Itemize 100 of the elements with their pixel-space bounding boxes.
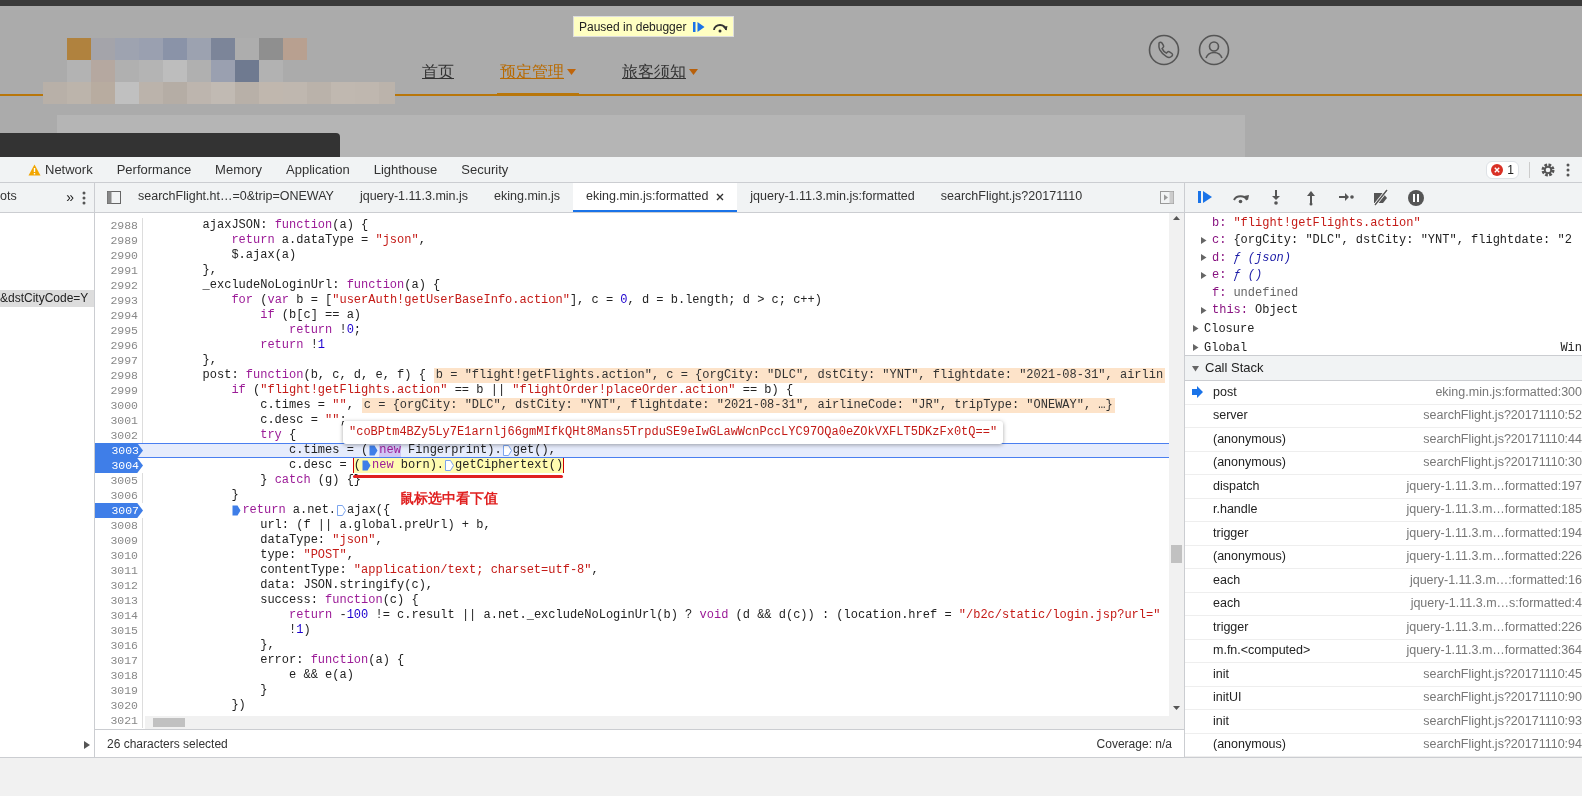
more-options-icon[interactable]: [1566, 162, 1570, 177]
line-number[interactable]: 3003: [95, 443, 143, 458]
code-text: get(),: [512, 443, 556, 458]
call-stack-frame[interactable]: server searchFlight.js?20171110:52: [1185, 404, 1582, 428]
panel-tab[interactable]: Performance: [104, 157, 204, 182]
line-number[interactable]: 3020: [95, 698, 143, 713]
line-number[interactable]: 3004: [95, 458, 143, 473]
collapse-arrow-icon[interactable]: [1191, 363, 1200, 373]
file-tab[interactable]: jquery-1.11.3.min.js: [346, 183, 482, 212]
navigator-tab[interactable]: ots: [0, 183, 17, 212]
line-number[interactable]: 3016: [95, 638, 143, 653]
call-stack-frame[interactable]: (anonymous) jquery-1.11.3.m…formatted:226: [1185, 545, 1582, 569]
scrollbar-thumb[interactable]: [153, 718, 185, 727]
line-number[interactable]: 2997: [95, 353, 143, 368]
deactivate-breakpoints-icon[interactable]: [1372, 188, 1390, 207]
line-number[interactable]: 3015: [95, 623, 143, 638]
file-tab[interactable]: jquery-1.11.3.min.js:formatted: [737, 183, 928, 212]
line-number[interactable]: 2991: [95, 263, 143, 278]
line-number[interactable]: 2988: [95, 218, 143, 233]
expand-arrow-icon[interactable]: [84, 741, 90, 749]
scope-variable[interactable]: b: "flight!getFlights.action": [1212, 213, 1421, 232]
resume-icon[interactable]: [692, 20, 707, 33]
file-tab[interactable]: eking.min.js:formatted: [573, 183, 738, 212]
toggle-debugger-icon[interactable]: [1160, 191, 1174, 204]
breakpoint-marker-icon[interactable]: [362, 460, 372, 471]
line-number[interactable]: 2995: [95, 323, 143, 338]
call-stack-frame[interactable]: (anonymous) searchFlight.js?20171110:30: [1185, 451, 1582, 475]
line-number[interactable]: 2989: [95, 233, 143, 248]
call-stack-frame[interactable]: trigger jquery-1.11.3.m…formatted:194: [1185, 522, 1582, 546]
line-number[interactable]: 2998: [95, 368, 143, 383]
call-stack-frame[interactable]: each jquery-1.11.3.m…:formatted:16: [1185, 569, 1582, 593]
line-number[interactable]: 3014: [95, 608, 143, 623]
panel-tab[interactable]: Lighthouse: [361, 157, 450, 182]
vertical-scrollbar[interactable]: [1169, 213, 1184, 729]
line-number[interactable]: 2992: [95, 278, 143, 293]
error-count-badge[interactable]: 1: [1486, 160, 1519, 179]
toggle-navigator-icon[interactable]: [107, 191, 121, 204]
settings-icon[interactable]: [1540, 161, 1556, 178]
inline-value: c = {orgCity: "DLC", dstCity: "YNT", flightdate: "2021-08-31", airlineCode: "JR", tripType: "ONEWAY", …}: [361, 398, 1115, 413]
line-number[interactable]: 2990: [95, 248, 143, 263]
expand-arrow-icon[interactable]: [1199, 305, 1208, 315]
scope-variable[interactable]: f: undefined: [1212, 283, 1299, 302]
line-number[interactable]: 2996: [95, 338, 143, 353]
line-number[interactable]: 3013: [95, 593, 143, 608]
call-stack-frame[interactable]: m.fn.<computed> jquery-1.11.3.m…formatted:364: [1185, 639, 1582, 663]
file-tree-item[interactable]: &dstCityCode=Y: [0, 290, 94, 307]
file-tab[interactable]: searchFlight.js?20171110: [927, 183, 1096, 212]
section-header[interactable]: Call Stack: [1205, 358, 1264, 378]
line-number[interactable]: 3000: [95, 398, 143, 413]
call-stack-frame[interactable]: trigger jquery-1.11.3.m…formatted:226: [1185, 616, 1582, 640]
line-number[interactable]: 3010: [95, 548, 143, 563]
scope-variable[interactable]: e: ƒ (): [1212, 266, 1263, 285]
call-stack-frame[interactable]: init searchFlight.js?20171110:45: [1185, 663, 1582, 687]
scope-variable[interactable]: this: Object: [1212, 301, 1299, 320]
line-number[interactable]: 3009: [95, 533, 143, 548]
file-tab[interactable]: searchFlight.ht…=0&trip=ONEWAY: [125, 183, 347, 212]
expand-arrow-icon[interactable]: [1191, 324, 1200, 333]
panel-tab[interactable]: Security: [449, 157, 521, 182]
expand-arrow-icon[interactable]: [1191, 343, 1200, 352]
panel-tab[interactable]: Application: [274, 157, 362, 182]
line-number[interactable]: 3007: [95, 503, 143, 518]
file-tab[interactable]: eking.min.js: [481, 183, 574, 212]
breakpoint-marker-icon[interactable]: [232, 505, 242, 516]
breakpoint-marker-icon[interactable]: [502, 445, 512, 456]
line-number[interactable]: 3018: [95, 668, 143, 683]
line-number[interactable]: 3012: [95, 578, 143, 593]
call-stack-frame[interactable]: post eking.min.js:formatted:300: [1185, 381, 1582, 405]
line-number[interactable]: 3011: [95, 563, 143, 578]
close-icon[interactable]: [716, 192, 725, 201]
code-text: return !1: [260, 338, 326, 353]
horizontal-scrollbar[interactable]: [145, 716, 1169, 729]
call-stack-frame[interactable]: dispatch jquery-1.11.3.m…formatted:197: [1185, 475, 1582, 499]
line-number[interactable]: 3021: [95, 713, 143, 728]
line-number[interactable]: 3001: [95, 413, 143, 428]
line-number[interactable]: 2994: [95, 308, 143, 323]
scope-section[interactable]: Closure: [1204, 319, 1255, 338]
scope-variable[interactable]: c: {orgCity: "DLC", dstCity: "YNT", flightdate: "2: [1212, 231, 1572, 250]
line-number[interactable]: 3019: [95, 683, 143, 698]
more-tabs-button[interactable]: »: [66, 187, 74, 208]
more-options-icon[interactable]: [82, 190, 86, 205]
call-stack-frame[interactable]: init searchFlight.js?20171110:93: [1185, 710, 1582, 734]
breakpoint-marker-icon[interactable]: [337, 505, 347, 516]
pause-on-exceptions-icon[interactable]: [1407, 188, 1425, 207]
call-stack-frame[interactable]: each jquery-1.11.3.m…s:formatted:4: [1185, 592, 1582, 616]
scrollbar-thumb[interactable]: [1171, 545, 1182, 563]
line-number[interactable]: 3017: [95, 653, 143, 668]
line-number[interactable]: 3008: [95, 518, 143, 533]
call-stack-frame[interactable]: (anonymous) searchFlight.js?20171110:44: [1185, 428, 1582, 452]
phone-icon[interactable]: [1148, 34, 1180, 66]
call-stack-frame[interactable]: r.handle jquery-1.11.3.m…formatted:185: [1185, 498, 1582, 522]
call-stack-frame[interactable]: initUI searchFlight.js?20171110:90: [1185, 686, 1582, 710]
scope-section[interactable]: Global: [1204, 338, 1248, 355]
line-number[interactable]: 2993: [95, 293, 143, 308]
panel-tab[interactable]: Memory: [203, 157, 275, 182]
line-number[interactable]: 2999: [95, 383, 143, 398]
panel-tab[interactable]: Network: [16, 157, 105, 182]
line-number[interactable]: 3005: [95, 473, 143, 488]
scope-variable[interactable]: d: ƒ (json): [1212, 248, 1291, 267]
user-icon[interactable]: [1198, 34, 1230, 66]
breakpoint-marker-icon[interactable]: [445, 460, 455, 471]
